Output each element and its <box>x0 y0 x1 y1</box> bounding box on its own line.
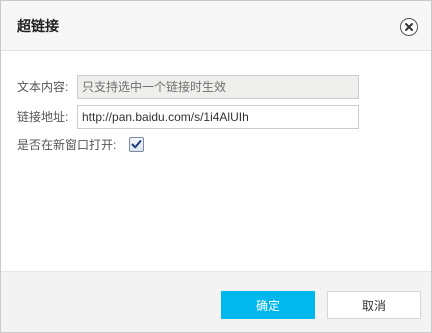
cancel-button[interactable]: 取消 <box>327 291 421 319</box>
dialog-title: 超链接 <box>17 18 59 34</box>
link-address-label: 链接地址: <box>17 110 69 124</box>
new-window-label: 是否在新窗口打开: <box>17 138 117 152</box>
close-icon[interactable] <box>400 18 418 36</box>
new-window-row: 是否在新窗口打开: <box>17 133 116 157</box>
link-address-row: 链接地址: <box>17 105 68 129</box>
dialog-body: 文本内容: 只支持选中一个链接时生效 链接地址: http://pan.baid… <box>1 52 431 271</box>
confirm-button[interactable]: 确定 <box>221 291 315 319</box>
hyperlink-dialog: 超链接 文本内容: 只支持选中一个链接时生效 链接地址: http://pan.… <box>0 0 432 333</box>
link-address-input[interactable]: http://pan.baidu.com/s/1i4AlUIh <box>77 105 359 129</box>
text-content-field: 只支持选中一个链接时生效 <box>77 75 359 99</box>
dialog-header: 超链接 <box>1 1 431 51</box>
checkmark-icon <box>131 140 142 149</box>
dialog-footer: 确定 取消 <box>1 271 431 332</box>
text-content-label: 文本内容: <box>17 80 69 94</box>
new-window-checkbox[interactable] <box>129 137 144 152</box>
text-content-row: 文本内容: <box>17 75 68 99</box>
